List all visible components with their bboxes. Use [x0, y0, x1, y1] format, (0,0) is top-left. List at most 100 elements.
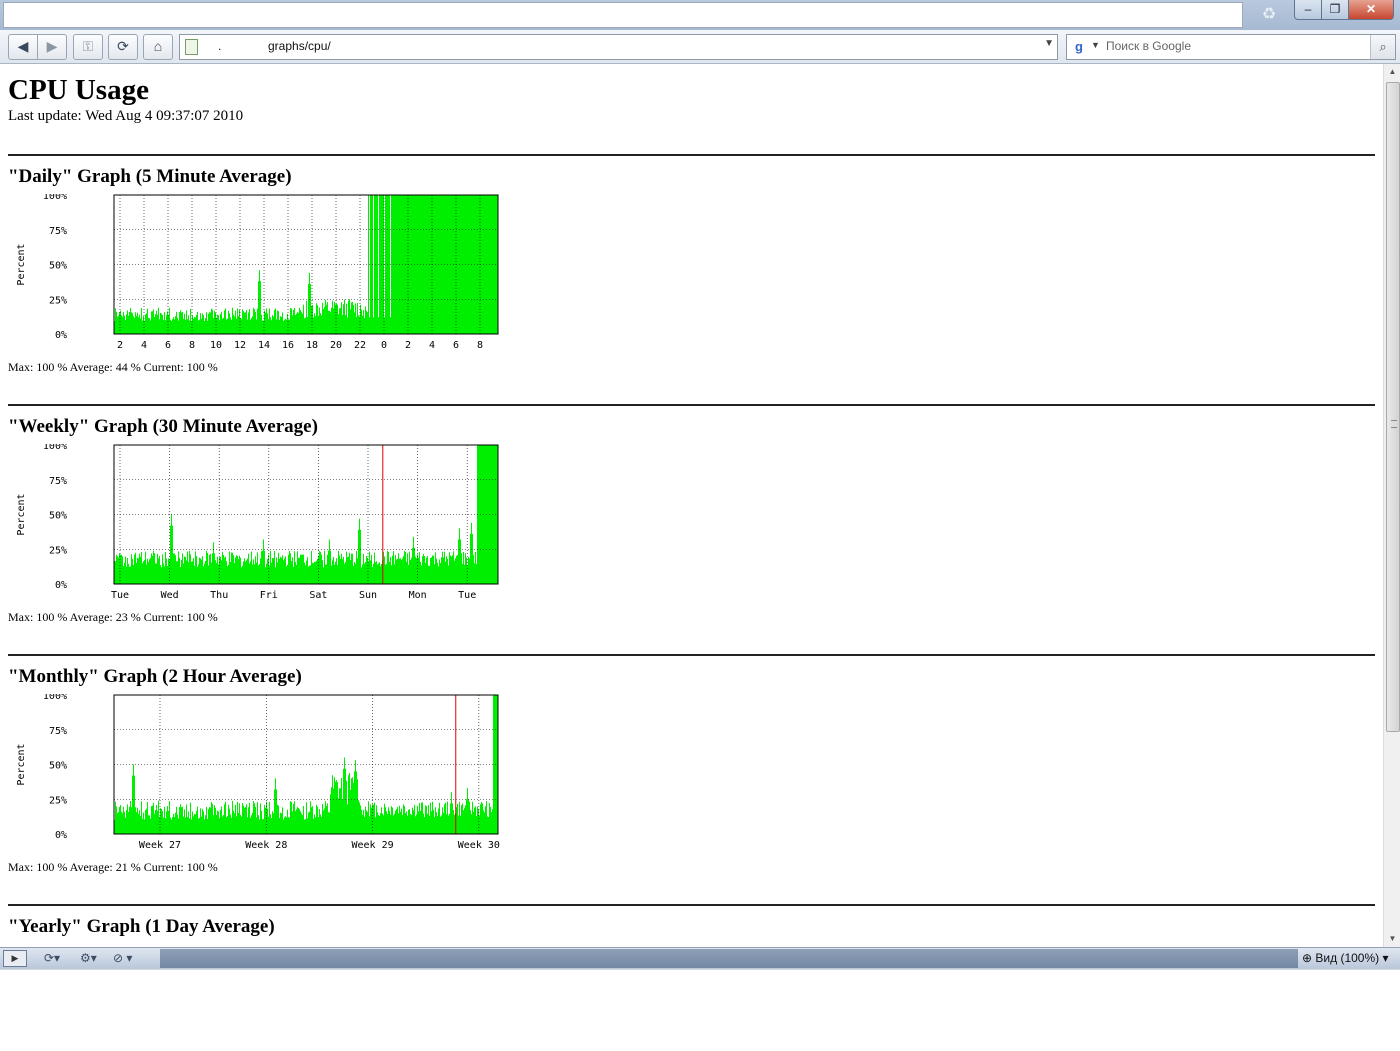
y-tick-label: 100% — [43, 444, 67, 452]
x-tick-label: Tue — [458, 590, 476, 601]
back-arrow-icon: ◀ — [17, 38, 29, 54]
x-tick-label: 18 — [306, 340, 318, 351]
search-icon[interactable]: ⌕ — [1370, 35, 1395, 59]
daily-graph-title: "Daily" Graph (5 Minute Average) — [8, 166, 292, 187]
divider — [8, 904, 1375, 906]
window-titlebar: ♻ – ❐ ✕ — [0, 0, 1400, 30]
key-button[interactable]: ⚿ — [73, 34, 103, 60]
minimize-button[interactable]: – — [1294, 0, 1322, 20]
forward-arrow-icon: ▶ — [46, 38, 58, 54]
zoom-control[interactable]: ⊕ Вид (100%) ▾ — [1302, 950, 1389, 966]
status-area — [160, 949, 1298, 968]
vertical-scrollbar[interactable]: ▲ ▼ — [1383, 64, 1400, 947]
x-tick-label: 2 — [117, 340, 123, 351]
x-tick-label: 2 — [405, 340, 411, 351]
google-icon[interactable]: g — [1070, 38, 1088, 56]
yearly-graph-title: "Yearly" Graph (1 Day Average) — [8, 916, 275, 937]
x-tick-label: 14 — [258, 340, 270, 351]
zoom-label: Вид (100%) — [1315, 951, 1380, 965]
navigation-toolbar: ◀ ▶ ⚿ ⟳ ⌂ . graphs/cpu/ ▼ g ▼ Поиск в Go… — [0, 30, 1400, 64]
y-tick-label: 50% — [49, 511, 67, 522]
scroll-up-icon[interactable]: ▲ — [1384, 64, 1400, 80]
y-tick-label: 0% — [55, 330, 67, 341]
home-icon: ⌂ — [153, 38, 163, 54]
y-tick-label: 25% — [49, 795, 67, 806]
x-tick-label: Week 30 — [458, 840, 500, 851]
page-title: CPU Usage — [8, 74, 149, 106]
reload-icon: ⟳ — [117, 38, 129, 54]
x-tick-label: 8 — [477, 340, 483, 351]
x-tick-label: Sun — [359, 590, 377, 601]
recycle-icon[interactable]: ♻ — [1258, 4, 1280, 26]
y-tick-label: 75% — [49, 476, 67, 487]
search-input[interactable]: Поиск в Google — [1106, 39, 1191, 53]
empty-window-area — [0, 969, 1400, 1051]
monthly-graph-stats: Max: 100 % Average: 21 % Current: 100 % — [8, 860, 218, 874]
y-tick-label: 0% — [55, 830, 67, 841]
x-tick-label: 6 — [165, 340, 171, 351]
x-tick-label: Tue — [111, 590, 129, 601]
reload-button[interactable]: ⟳ — [108, 34, 138, 60]
home-button[interactable]: ⌂ — [143, 34, 173, 60]
close-button[interactable]: ✕ — [1348, 0, 1394, 20]
forward-button[interactable]: ▶ — [37, 34, 67, 60]
sync-icon[interactable]: ⟳▾ — [44, 950, 60, 966]
scrollbar-thumb[interactable] — [1386, 82, 1400, 732]
x-tick-label: 8 — [189, 340, 195, 351]
status-bar: ▶ ⟳▾ ⚙▾ ⊘ ▾ ⊕ Вид (100%) ▾ — [0, 947, 1400, 969]
y-tick-label: 75% — [49, 226, 67, 237]
block-icon[interactable]: ⊘ ▾ — [113, 950, 132, 966]
weekly-graph-title: "Weekly" Graph (30 Minute Average) — [8, 416, 318, 437]
daily-graph: Percent100%75%50%25%0%2 4 6 8 10 12 14 16 18 20 22… — [16, 194, 499, 351]
x-tick-label: Week 27 — [139, 840, 181, 851]
monthly-graph-title: "Monthly" Graph (2 Hour Average) — [8, 666, 302, 687]
page-content: CPU Usage Last update: Wed Aug 4 09:37:0… — [0, 64, 1383, 947]
y-tick-label: 0% — [55, 580, 67, 591]
divider — [8, 404, 1375, 406]
search-box[interactable]: g ▼ Поиск в Google ⌕ — [1066, 34, 1396, 60]
x-tick-label: 22 — [354, 340, 366, 351]
y-tick-label: 50% — [49, 761, 67, 772]
x-tick-label: Wed — [161, 590, 179, 601]
page-icon — [185, 39, 198, 55]
sidebar-toggle-button[interactable]: ▶ — [3, 950, 27, 967]
address-bar[interactable]: . graphs/cpu/ ▼ — [179, 34, 1058, 60]
y-tick-label: 100% — [43, 194, 67, 202]
network-icon[interactable]: ⚙▾ — [80, 950, 97, 966]
y-axis-label: Percent — [16, 243, 27, 285]
search-engine-dropdown-icon[interactable]: ▼ — [1091, 40, 1100, 50]
x-tick-label: 10 — [210, 340, 222, 351]
x-tick-label: Sat — [309, 590, 327, 601]
back-button[interactable]: ◀ — [8, 34, 38, 60]
scroll-down-icon[interactable]: ▼ — [1384, 931, 1400, 947]
y-tick-label: 75% — [49, 726, 67, 737]
weekly-graph: Percent 100% 75% 50% 25% 0% Tue Wed Thu Fri Sat Sun… — [16, 444, 499, 601]
y-tick-label: 50% — [49, 261, 67, 272]
y-tick-label: 25% — [49, 545, 67, 556]
monthly-graph: Percent 100% 75% 50% 25% 0% Week 27 Week 28 Week… — [16, 694, 500, 851]
url-dropdown-icon[interactable]: ▼ — [1044, 38, 1054, 49]
y-axis-label: Percent — [16, 493, 27, 535]
title-area — [3, 2, 1243, 28]
last-update-text: Last update: Wed Aug 4 09:37:07 2010 — [8, 108, 244, 124]
daily-graph-stats: Max: 100 % Average: 44 % Current: 100 % — [8, 360, 218, 374]
zoom-dropdown-icon: ▾ — [1382, 951, 1389, 965]
maximize-button[interactable]: ❐ — [1321, 0, 1349, 20]
y-axis-label: Percent — [16, 743, 27, 785]
x-tick-label: 0 — [381, 340, 387, 351]
x-tick-label: Thu — [210, 590, 228, 601]
y-tick-label: 100% — [43, 694, 67, 702]
x-tick-label: 12 — [234, 340, 246, 351]
y-tick-label: 25% — [49, 295, 67, 306]
x-tick-label: 4 — [429, 340, 435, 351]
grip-icon — [1391, 420, 1397, 428]
x-tick-label: 20 — [330, 340, 342, 351]
x-tick-label: Mon — [409, 590, 427, 601]
url-text[interactable]: . graphs/cpu/ — [218, 39, 331, 53]
x-tick-label: 16 — [282, 340, 294, 351]
key-icon: ⚿ — [82, 38, 94, 54]
zoom-icon: ⊕ — [1302, 951, 1313, 965]
x-tick-label: Week 28 — [245, 840, 287, 851]
divider — [8, 654, 1375, 656]
x-tick-label: Week 29 — [351, 840, 393, 851]
